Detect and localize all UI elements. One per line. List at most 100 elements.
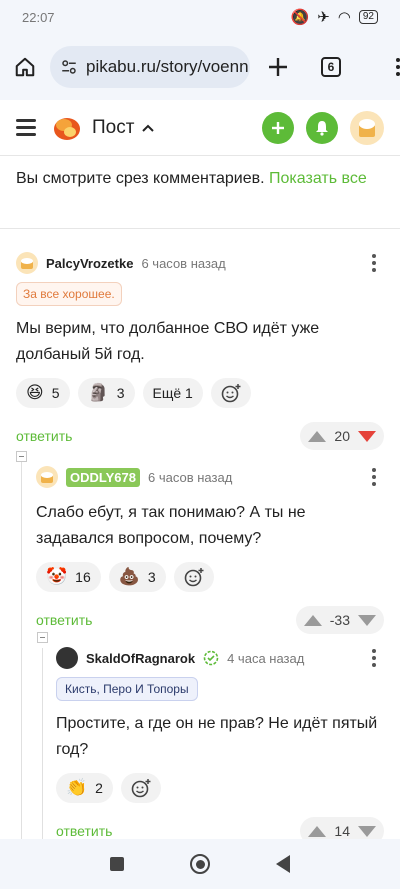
add-post-button[interactable]: [262, 111, 294, 144]
recents-icon[interactable]: [110, 857, 124, 871]
status-icons: 🔕 ✈ ◠ 92: [291, 8, 378, 26]
add-reaction-icon: [131, 779, 151, 798]
site-settings-icon[interactable]: [60, 58, 78, 76]
add-reaction-icon: [221, 384, 241, 403]
url-text: pikabu.ru/story/voenn: [86, 57, 249, 76]
back-icon[interactable]: [276, 855, 290, 873]
home-nav-icon[interactable]: [190, 854, 210, 874]
author-name[interactable]: ODDLY678: [66, 467, 140, 487]
tabs-button[interactable]: 6: [306, 57, 356, 77]
kebab-icon: [396, 58, 400, 76]
plus-icon: [269, 58, 287, 76]
avatar-icon: [359, 118, 375, 137]
comments-slice-notice: Вы смотрите срез комментариев. Показать …: [16, 166, 376, 191]
reactions: 👏 2: [56, 773, 384, 803]
vote-widget: -33: [295, 606, 384, 634]
notifications-button[interactable]: [306, 111, 338, 144]
new-tab-button[interactable]: [250, 57, 306, 77]
clapping-emoji-icon: 👏: [66, 778, 88, 797]
add-reaction-button[interactable]: [173, 562, 214, 592]
verified-icon: [203, 650, 219, 666]
more-reactions-button[interactable]: Ещё 1: [142, 378, 203, 408]
bell-icon: [316, 120, 328, 136]
comment: ODDLY678 6 часов назад Слабо ебут, я так…: [36, 464, 384, 634]
reaction-button[interactable]: 😆 5: [16, 378, 70, 408]
mute-icon: 🔕: [290, 9, 310, 26]
reply-button[interactable]: ответить: [56, 823, 112, 839]
reaction-count: 3: [116, 385, 125, 401]
upvote-icon[interactable]: [308, 825, 327, 837]
comment-time[interactable]: 6 часов назад: [148, 470, 232, 485]
downvote-icon[interactable]: [358, 430, 376, 442]
moai-emoji-icon: 🗿: [87, 383, 109, 402]
site-header: Пост: [0, 100, 400, 156]
section-title: Пост: [92, 116, 135, 138]
downvote-icon[interactable]: [358, 614, 376, 626]
author-avatar[interactable]: [16, 252, 38, 274]
rating-value: -33: [329, 612, 350, 628]
author-avatar[interactable]: [36, 466, 58, 488]
comment-time[interactable]: 4 часа назад: [227, 651, 304, 666]
avatar-icon: [21, 258, 33, 269]
reaction-button[interactable]: 🗿 3: [77, 378, 135, 408]
system-nav-bar: [0, 839, 400, 889]
reply-button[interactable]: ответить: [36, 612, 92, 628]
downvote-icon[interactable]: [358, 825, 376, 837]
comment: SkaldOfRagnarok 4 часа назад Кисть, Перо…: [56, 645, 384, 845]
poop-emoji-icon: 💩: [118, 567, 140, 586]
comment: PalcyVrozetke 6 часов назад За все хорош…: [16, 250, 384, 450]
reaction-count: 3: [147, 569, 156, 585]
reaction-count: 2: [95, 780, 103, 796]
clock: 22:07: [22, 9, 55, 25]
author-avatar[interactable]: [56, 647, 78, 669]
comment-text: Простите, а где он не прав? Не идёт пяты…: [56, 715, 378, 758]
reaction-button[interactable]: 👏 2: [56, 773, 113, 803]
clown-emoji-icon: 🤡: [46, 567, 68, 586]
home-icon: [15, 57, 35, 77]
notice-text: Вы смотрите срез комментариев.: [16, 170, 270, 187]
show-all-link[interactable]: Показать все: [269, 170, 367, 187]
reaction-button[interactable]: 💩 3: [108, 562, 166, 592]
author-name[interactable]: SkaldOfRagnarok: [86, 651, 195, 666]
menu-icon[interactable]: [16, 119, 36, 136]
reaction-count: 16: [75, 569, 91, 585]
thread-line: [21, 462, 22, 842]
vote-widget: 20: [300, 422, 384, 450]
battery-icon: 92: [358, 10, 378, 24]
more-reactions-label: Ещё 1: [152, 385, 193, 401]
comment-menu-icon[interactable]: [372, 468, 384, 486]
rating-value: 14: [334, 823, 350, 839]
home-button[interactable]: [0, 56, 50, 78]
chevron-up-icon: [142, 124, 155, 132]
user-note-badge: За все хорошее.: [16, 282, 122, 306]
address-bar[interactable]: pikabu.ru/story/voenn: [50, 46, 250, 88]
community-badge[interactable]: Кисть, Перо И Топоры: [56, 677, 198, 701]
add-reaction-button[interactable]: [210, 378, 251, 408]
author-name[interactable]: PalcyVrozetke: [46, 256, 133, 271]
comment-menu-icon[interactable]: [372, 649, 384, 667]
airplane-icon: ✈: [317, 9, 330, 26]
comment-menu-icon[interactable]: [372, 254, 384, 272]
reaction-count: 5: [51, 385, 60, 401]
reaction-button[interactable]: 🤡 16: [36, 562, 101, 592]
upvote-icon[interactable]: [308, 430, 327, 442]
user-avatar[interactable]: [350, 110, 384, 145]
reactions: 🤡 16 💩 3: [36, 562, 384, 592]
reply-button[interactable]: ответить: [16, 428, 72, 444]
pikabu-logo[interactable]: [52, 115, 82, 141]
section-dropdown[interactable]: Пост: [92, 116, 155, 139]
wifi-icon: ◠: [337, 9, 351, 26]
browser-toolbar: pikabu.ru/story/voenn 6: [0, 34, 400, 100]
add-reaction-button[interactable]: [120, 773, 161, 803]
comment-text: Слабо ебут, я так понимаю? А ты не задав…: [36, 504, 306, 547]
collapse-thread-button[interactable]: [16, 451, 27, 462]
browser-menu-button[interactable]: [356, 58, 400, 76]
rating-value: 20: [334, 428, 350, 444]
reactions: 😆 5 🗿 3 Ещё 1: [16, 378, 384, 408]
comment-time[interactable]: 6 часов назад: [141, 256, 225, 271]
upvote-icon[interactable]: [303, 614, 322, 626]
thread-line: [42, 648, 43, 842]
divider: [0, 228, 400, 229]
add-reaction-icon: [184, 568, 204, 587]
status-bar: 22:07 🔕 ✈ ◠ 92: [0, 0, 400, 34]
